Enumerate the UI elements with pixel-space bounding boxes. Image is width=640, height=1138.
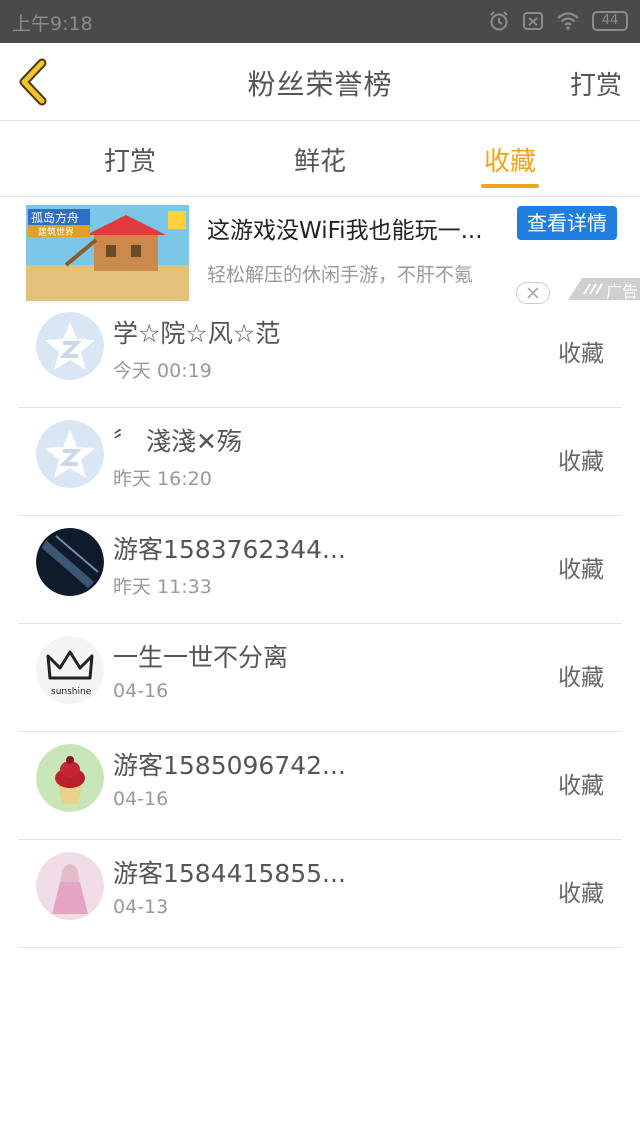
fan-name: 〞 淺淺✕殇	[113, 427, 242, 456]
avatar[interactable]: sunshine	[36, 636, 104, 704]
avatar[interactable]	[36, 852, 104, 920]
status-icons: 44	[488, 10, 628, 32]
fan-name: 学☆院☆风☆范	[113, 319, 281, 348]
svg-text:sunshine: sunshine	[51, 687, 92, 697]
status-time: 上午9:18	[12, 13, 93, 35]
sim-none-icon	[523, 12, 543, 30]
fan-name: 游客1583762344...	[113, 535, 346, 564]
fan-time: 04-13	[113, 896, 169, 918]
fan-action-type: 收藏	[558, 881, 604, 907]
fan-name: 一生一世不分离	[113, 643, 289, 672]
fan-list: 学☆院☆风☆范 今天 00:19 收藏 〞 淺淺✕殇 昨天 16:20 收藏 游…	[18, 300, 622, 948]
fan-time: 昨天 11:33	[113, 576, 212, 598]
anime-girl-avatar-icon	[36, 852, 104, 920]
list-item[interactable]: sunshine 一生一世不分离 04-16 收藏	[18, 624, 622, 732]
cupcake-avatar-icon	[36, 744, 104, 812]
fan-name: 游客1585096742...	[113, 751, 346, 780]
crown-avatar-icon: sunshine	[36, 636, 104, 704]
dark-photo-avatar-icon	[36, 528, 104, 596]
fan-action-type: 收藏	[558, 665, 604, 691]
avatar[interactable]	[36, 528, 104, 596]
default-avatar-star-icon	[36, 312, 104, 380]
list-item[interactable]: 游客1583762344... 昨天 11:33 收藏	[18, 516, 622, 624]
view-details-button[interactable]: 查看详情	[517, 206, 617, 240]
tab-bar: 打赏 鲜花 收藏	[0, 121, 640, 197]
fan-action-type: 收藏	[558, 449, 604, 475]
list-item[interactable]: 学☆院☆风☆范 今天 00:19 收藏	[18, 300, 622, 408]
fan-time: 今天 00:19	[113, 360, 212, 382]
page-title: 粉丝荣誉榜	[247, 68, 393, 101]
ad-image[interactable]: 孤岛方舟 建筑世界	[26, 205, 189, 301]
tab-flowers[interactable]: 鲜花	[255, 141, 385, 178]
avatar[interactable]	[36, 420, 104, 488]
fan-time: 04-16	[113, 788, 169, 810]
tab-reward[interactable]: 打赏	[65, 141, 195, 178]
ad-tag-label: 广告	[605, 282, 638, 301]
fan-time: 昨天 16:20	[113, 468, 212, 490]
active-tab-indicator	[481, 184, 539, 188]
avatar[interactable]	[36, 312, 104, 380]
default-avatar-star-icon	[36, 420, 104, 488]
fan-action-type: 收藏	[558, 557, 604, 583]
list-item[interactable]: 〞 淺淺✕殇 昨天 16:20 收藏	[18, 408, 622, 516]
fan-name: 游客1584415855...	[113, 859, 346, 888]
svg-text:孤岛方舟: 孤岛方舟	[31, 210, 79, 225]
ad-tag: 广告	[568, 278, 640, 301]
list-item[interactable]: 游客1585096742... 04-16 收藏	[18, 732, 622, 840]
svg-text:建筑世界: 建筑世界	[38, 226, 74, 238]
status-bar: 上午9:18 44	[0, 0, 640, 43]
avatar[interactable]	[36, 744, 104, 812]
ad-description: 轻松解压的休闲手游，不肝不氪	[207, 264, 474, 286]
alarm-icon	[490, 11, 508, 31]
wifi-icon	[557, 12, 579, 30]
list-item[interactable]: 游客1584415855... 04-13 收藏	[18, 840, 622, 948]
reward-button[interactable]: 打赏	[570, 65, 622, 102]
nav-bar: 粉丝荣誉榜 打赏	[0, 43, 640, 121]
fan-action-type: 收藏	[558, 773, 604, 799]
ad-banner[interactable]: 孤岛方舟 建筑世界 这游戏没WiFi我也能玩一... 查看详情 轻松解压的休闲手…	[0, 198, 640, 304]
ad-title[interactable]: 这游戏没WiFi我也能玩一...	[207, 211, 483, 245]
battery-icon: 44	[592, 11, 628, 31]
tab-favorites[interactable]: 收藏	[445, 141, 575, 178]
fan-action-type: 收藏	[558, 341, 604, 367]
fan-time: 04-16	[113, 680, 169, 702]
